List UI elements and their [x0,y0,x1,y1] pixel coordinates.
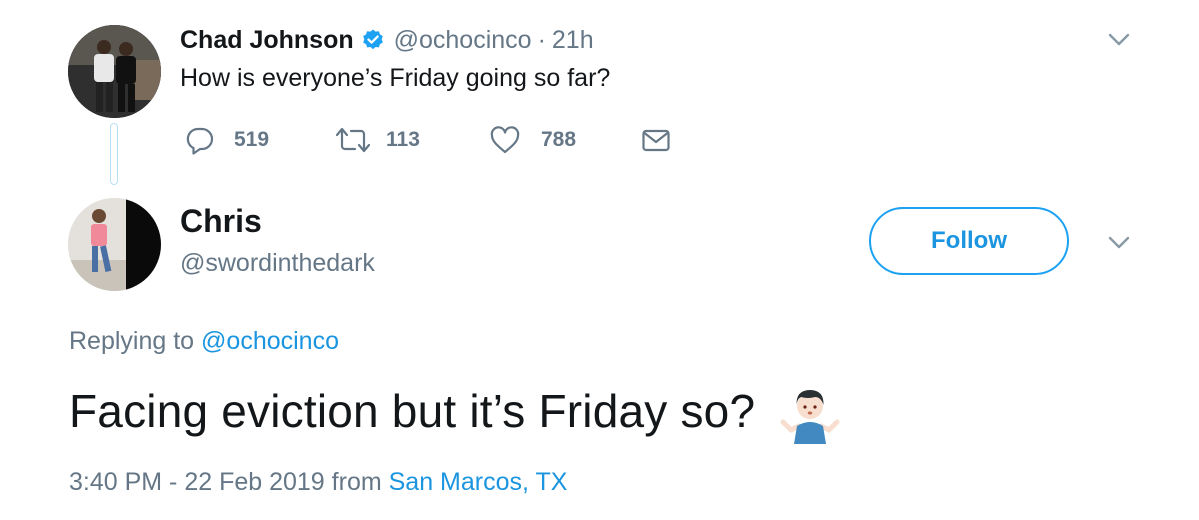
chevron-down-icon[interactable] [1108,33,1130,47]
reply-icon [185,125,215,155]
parent-author-name[interactable]: Chad Johnson [180,26,354,55]
like-action[interactable]: 788 [489,124,576,156]
replying-to-line: Replying to @ochocinco [69,327,339,356]
verified-badge-icon [361,28,385,52]
reply-author-name[interactable]: Chris [180,203,262,240]
location-link[interactable]: San Marcos, TX [389,468,568,496]
follow-button[interactable]: Follow [869,207,1069,275]
chevron-down-icon[interactable] [1108,236,1130,250]
reply-action[interactable]: 519 [185,124,269,156]
reply-author-avatar[interactable] [68,198,161,291]
header-separator: · [537,25,546,54]
parent-author-avatar[interactable] [68,25,161,118]
tweet-timestamp-line: 3:40 PM - 22 Feb 2019 from San Marcos, T… [69,468,567,497]
person-shrugging-emoji-icon [755,378,843,444]
reply-author-handle[interactable]: @swordinthedark [180,249,375,278]
reply-tweet-text: Facing eviction but it’s Friday so? [69,385,756,437]
reply-tweet-body: Facing eviction but it’s Friday so? [69,378,843,444]
replying-to-mention-link[interactable]: @ochocinco [201,327,339,355]
retweet-icon [334,125,372,155]
from-label: from [331,468,382,496]
reply-count: 519 [234,128,270,151]
heart-icon [489,125,521,155]
parent-tweet-text: How is everyone’s Friday going so far? [180,64,611,92]
direct-message-action[interactable] [641,124,671,156]
parent-tweet-time[interactable]: 21h [552,26,594,55]
parent-tweet-header: Chad Johnson @ochocinco · 21h [180,24,594,56]
thread-connector-line [110,123,118,185]
envelope-icon [641,125,671,155]
replying-to-prefix: Replying to [69,327,195,355]
parent-author-handle[interactable]: @ochocinco [394,26,532,55]
like-count: 788 [541,128,577,151]
retweet-count: 113 [386,128,420,151]
retweet-action[interactable]: 113 [334,124,420,156]
tweet-timestamp[interactable]: 3:40 PM - 22 Feb 2019 [69,468,325,496]
